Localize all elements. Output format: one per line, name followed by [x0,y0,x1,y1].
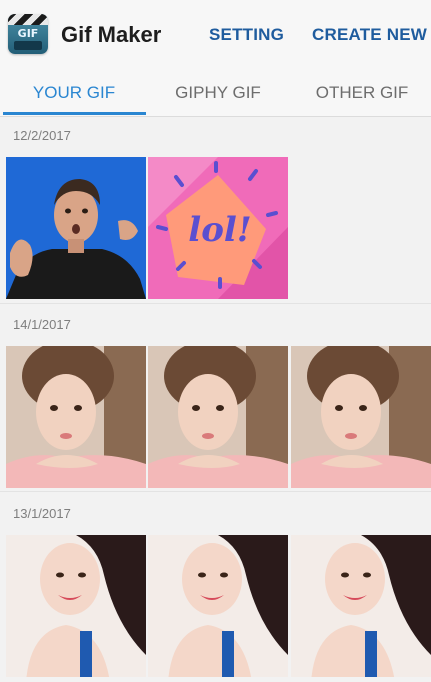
tab-your-gif[interactable]: YOUR GIF [2,70,146,116]
setting-button[interactable]: SETTING [209,25,284,45]
gif-thumbnail-woman-smiling-blue-top[interactable] [148,535,288,677]
section-divider [0,303,431,304]
gif-thumbnail-woman-smiling-blue-top[interactable] [6,535,146,677]
app-bar: GIF Gif Maker SETTING CREATE NEW [0,0,431,70]
app-logo-text: GIF [17,27,39,40]
gif-thumbnail-woman-smiling-blue-top[interactable] [291,535,431,677]
app-logo-icon: GIF [8,14,48,54]
sticker-text: lol! [188,210,251,250]
gif-thumbnail-woman-chin-on-hand[interactable] [148,346,288,488]
gif-thumbnail-lol-sticker[interactable]: lol! [148,157,288,299]
tab-giphy-gif[interactable]: GIPHY GIF [146,70,290,116]
tab-bar: YOUR GIF GIPHY GIF OTHER GIF [0,70,431,117]
gif-thumbnail-woman-chin-on-hand[interactable] [6,346,146,488]
section-date: 13/1/2017 [13,506,71,521]
create-new-button[interactable]: CREATE NEW [312,25,427,45]
gif-thumbnail-man-surprised[interactable] [6,157,146,299]
section-date: 12/2/2017 [13,128,71,143]
active-tab-indicator [3,112,146,115]
section-date: 14/1/2017 [13,317,71,332]
tab-other-gif[interactable]: OTHER GIF [290,70,431,116]
gif-thumbnail-woman-chin-on-hand[interactable] [291,346,431,488]
app-title: Gif Maker [61,22,162,47]
section-divider [0,491,431,492]
